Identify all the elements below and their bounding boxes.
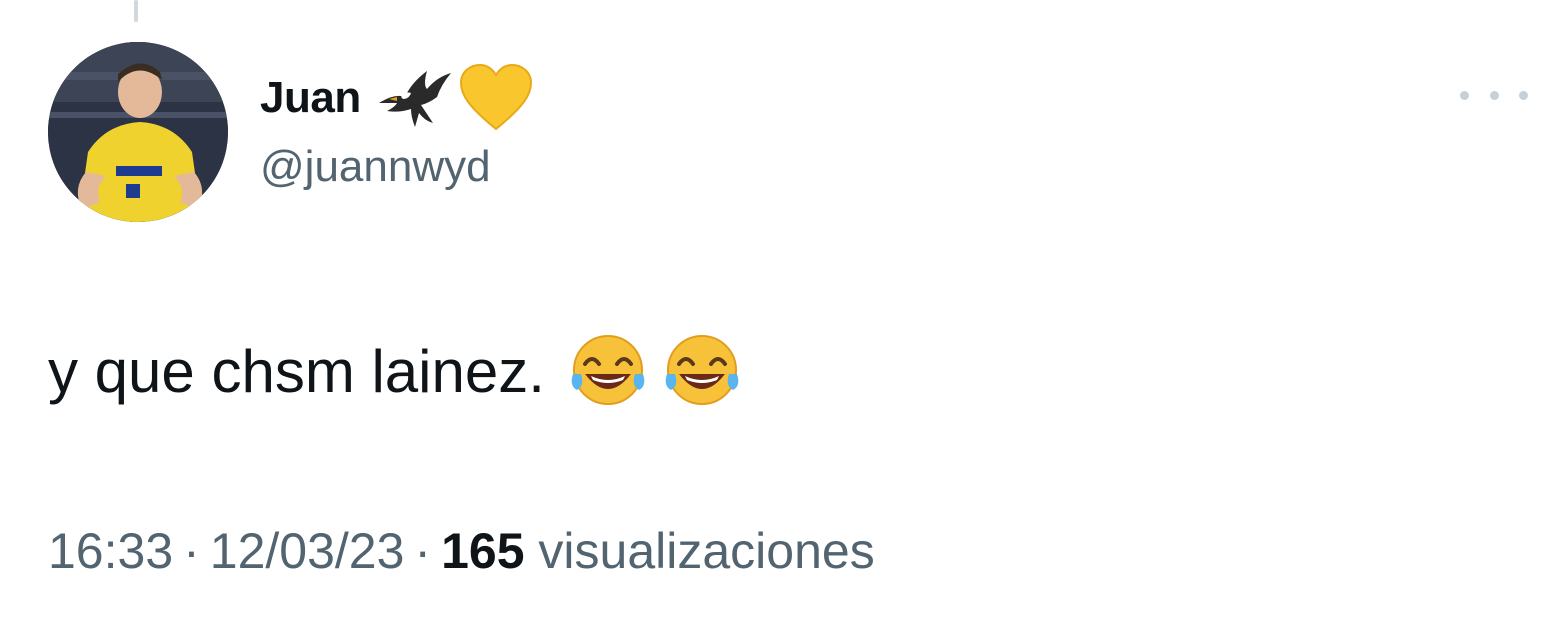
tweet-time[interactable]: 16:33 [48,523,173,579]
views-count[interactable]: 165 [441,523,524,579]
more-options-button[interactable] [1460,80,1528,110]
yellow-heart-icon [459,63,532,131]
more-dot-icon [1519,90,1528,100]
tweet-metadata: 16:33 · 12/03/23 · 165 visualizaciones [48,522,875,580]
tweet-emojis [567,330,755,412]
tweet-text: y que chsm lainez. [48,337,545,405]
author-display-name[interactable]: Juan [260,73,361,123]
author-handle[interactable]: @juannwyd [260,142,491,192]
face-with-tears-of-joy-icon [665,335,739,405]
avatar-image [48,42,228,222]
more-dot-icon [1460,90,1469,100]
tweet-body: y que chsm lainez. [48,330,755,412]
views-label[interactable]: visualizaciones [538,523,874,579]
eagle-icon [378,71,451,127]
thread-connector-line [134,0,138,22]
face-with-tears-of-joy-icon [571,335,645,405]
tweet-date[interactable]: 12/03/23 [210,523,405,579]
author-name-row[interactable]: Juan [260,58,533,138]
separator: · [414,523,432,579]
more-dot-icon [1489,90,1499,100]
avatar[interactable] [48,42,228,222]
separator: · [183,523,200,579]
